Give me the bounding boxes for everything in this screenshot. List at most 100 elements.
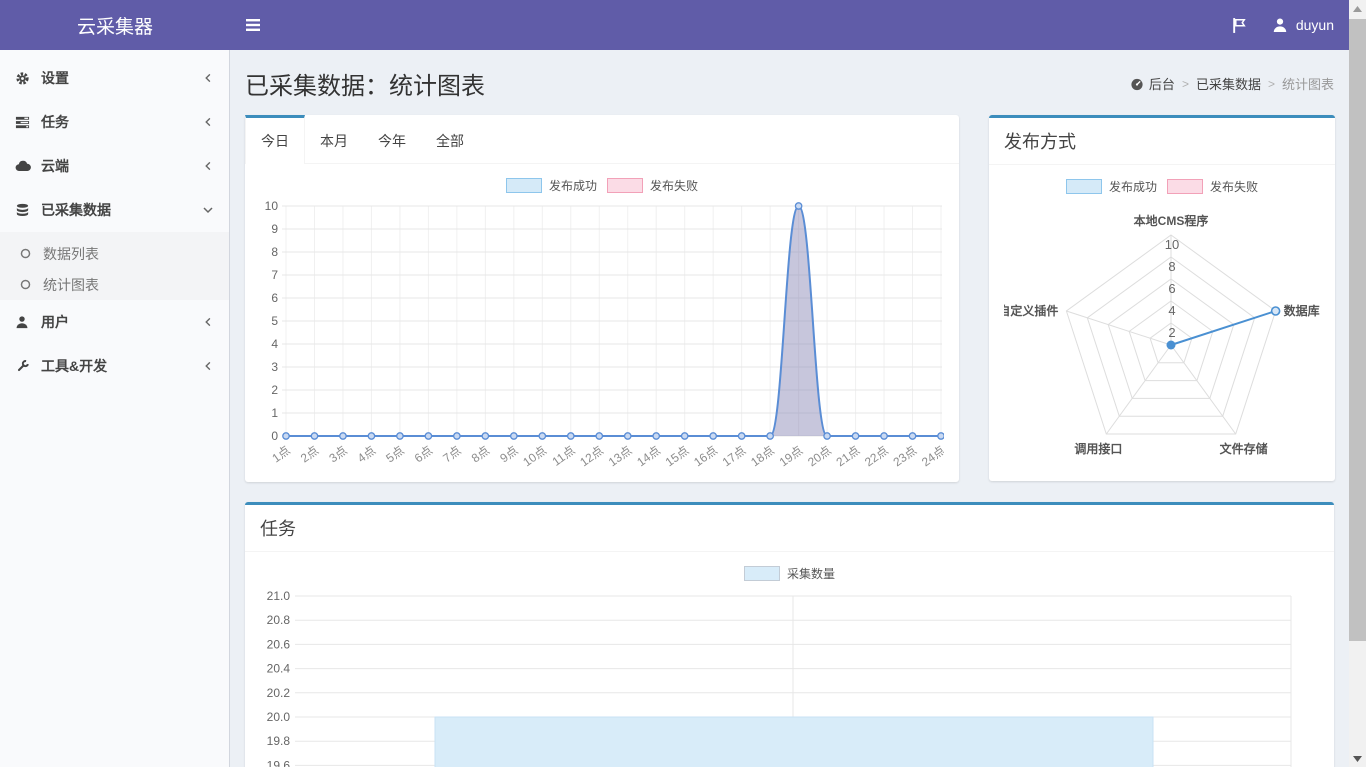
legend-swatch: [744, 566, 780, 581]
sidebar-toggle-button[interactable]: [230, 0, 275, 50]
tab-this-year[interactable]: 今年: [363, 115, 421, 163]
navbar-right: duyun: [1217, 0, 1349, 50]
gear-icon: [15, 71, 41, 86]
breadcrumb-current: 统计图表: [1282, 74, 1334, 93]
user-menu[interactable]: duyun: [1262, 0, 1349, 50]
svg-text:10: 10: [1165, 237, 1179, 252]
chevron-left-icon: [203, 116, 214, 128]
svg-text:7: 7: [271, 268, 278, 282]
tasks-body: 采集数量 21.020.820.620.420.220.019.819.619.…: [245, 552, 1334, 767]
sidebar-item-cloud[interactable]: 云端: [0, 144, 229, 188]
svg-text:11点: 11点: [550, 443, 578, 468]
sidebar-item-label: 任务: [41, 112, 203, 132]
breadcrumb-separator: >: [1182, 77, 1189, 91]
tab-all[interactable]: 全部: [421, 115, 479, 163]
scrollbar-track[interactable]: [1349, 0, 1366, 767]
flag-icon: [1231, 17, 1248, 34]
svg-text:3点: 3点: [326, 443, 349, 465]
sidebar-item-collected-data[interactable]: 已采集数据: [0, 188, 229, 232]
scrollbar-thumb[interactable]: [1349, 19, 1366, 641]
chevron-left-icon: [203, 316, 214, 328]
svg-text:13点: 13点: [606, 443, 635, 468]
legend-swatch: [506, 178, 542, 193]
user-icon: [1272, 17, 1288, 33]
svg-text:21点: 21点: [834, 443, 863, 468]
sidebar-item-tasks[interactable]: 任务: [0, 100, 229, 144]
radar-chart-legend: 发布成功 发布失败: [1004, 175, 1320, 201]
app-title: 云采集器: [77, 12, 153, 39]
hamburger-icon: [245, 18, 261, 32]
legend-item-publish-fail[interactable]: 发布失败: [607, 177, 698, 194]
panel-title: 发布方式: [1004, 132, 1076, 152]
svg-text:19.6: 19.6: [267, 758, 291, 767]
svg-text:9点: 9点: [497, 443, 520, 465]
svg-text:2: 2: [1168, 325, 1175, 340]
legend-item-publish-success[interactable]: 发布成功: [1066, 178, 1157, 195]
tasks-icon: [15, 115, 41, 130]
publish-chart-legend: 发布成功 发布失败: [260, 174, 944, 200]
svg-text:文件存储: 文件存储: [1220, 441, 1268, 456]
svg-text:21.0: 21.0: [267, 589, 291, 603]
svg-text:12点: 12点: [577, 443, 606, 468]
svg-text:10: 10: [265, 200, 279, 213]
legend-item-collect-count[interactable]: 采集数量: [744, 565, 835, 582]
svg-text:8点: 8点: [469, 443, 492, 465]
sidebar-item-label: 统计图表: [43, 275, 99, 295]
tasks-bar-chart[interactable]: 21.020.820.620.420.220.019.819.619.419.2…: [260, 588, 1320, 767]
publish-method-panel: 发布方式 发布成功 发布失败: [989, 115, 1335, 481]
publish-stats-tabs: 今日 本月 今年 全部: [245, 115, 959, 164]
tab-today[interactable]: 今日: [245, 115, 305, 164]
panel-title: 任务: [260, 519, 296, 539]
legend-item-publish-fail[interactable]: 发布失败: [1167, 178, 1258, 195]
svg-text:9: 9: [271, 222, 278, 236]
sidebar-item-label: 已采集数据: [41, 200, 202, 220]
svg-text:16点: 16点: [691, 443, 720, 468]
sidebar-item-tools-dev[interactable]: 工具&开发: [0, 344, 229, 388]
svg-text:4点: 4点: [355, 443, 378, 465]
tab-this-month[interactable]: 本月: [305, 115, 363, 163]
svg-text:4: 4: [271, 337, 278, 351]
breadcrumb-home[interactable]: 后台: [1130, 74, 1175, 93]
svg-text:6点: 6点: [412, 443, 435, 465]
content-area: 已采集数据：统计图表 后台 > 已采集数据 > 统计图表: [230, 50, 1349, 767]
sidebar-item-statistics-chart[interactable]: 统计图表: [0, 269, 229, 300]
svg-text:20.0: 20.0: [267, 710, 291, 724]
legend-swatch: [1167, 179, 1203, 194]
user-icon: [15, 315, 41, 329]
page-title: 已采集数据：统计图表: [245, 66, 485, 101]
svg-text:1点: 1点: [269, 443, 292, 465]
chevron-left-icon: [203, 360, 214, 372]
publish-stats-body: 发布成功 发布失败 0123456789101点2点3点4点5点6点7点8点9点…: [245, 164, 959, 482]
legend-swatch: [1066, 179, 1102, 194]
sidebar-item-data-list[interactable]: 数据列表: [0, 238, 229, 269]
sidebar-menu: 设置 任务: [0, 50, 229, 388]
tasks-header: 任务: [245, 505, 1334, 552]
notifications-button[interactable]: [1217, 0, 1262, 50]
breadcrumb-collected-data[interactable]: 已采集数据: [1196, 74, 1261, 93]
chevron-down-icon: [202, 204, 214, 216]
sidebar-item-users[interactable]: 用户: [0, 300, 229, 344]
svg-text:数据库: 数据库: [1284, 303, 1320, 318]
publish-method-radar-chart[interactable]: 246810本地CMS程序数据库文件存储调用接口自定义插件: [1004, 201, 1320, 467]
sidebar-item-settings[interactable]: 设置: [0, 56, 229, 100]
publish-line-chart[interactable]: 0123456789101点2点3点4点5点6点7点8点9点10点11点12点1…: [260, 200, 944, 468]
svg-text:本地CMS程序: 本地CMS程序: [1134, 213, 1209, 228]
svg-text:6: 6: [1168, 281, 1175, 296]
chevron-left-icon: [203, 72, 214, 84]
username: duyun: [1296, 17, 1334, 33]
legend-item-publish-success[interactable]: 发布成功: [506, 177, 597, 194]
circle-icon: [20, 248, 43, 259]
scrollbar-up-button[interactable]: [1349, 0, 1366, 17]
svg-text:20.8: 20.8: [267, 613, 291, 627]
breadcrumb-separator: >: [1268, 77, 1275, 91]
arrow-down-icon: [1353, 756, 1362, 762]
svg-text:自定义插件: 自定义插件: [1004, 303, 1058, 318]
tasks-chart-legend: 采集数量: [260, 562, 1319, 588]
svg-text:19.8: 19.8: [267, 734, 291, 748]
svg-text:20.6: 20.6: [267, 637, 291, 651]
scrollbar-down-button[interactable]: [1349, 750, 1366, 767]
svg-text:24点: 24点: [919, 443, 944, 468]
arrow-up-icon: [1353, 6, 1362, 12]
sidebar: 设置 任务: [0, 50, 230, 767]
app-logo[interactable]: 云采集器: [0, 0, 230, 50]
